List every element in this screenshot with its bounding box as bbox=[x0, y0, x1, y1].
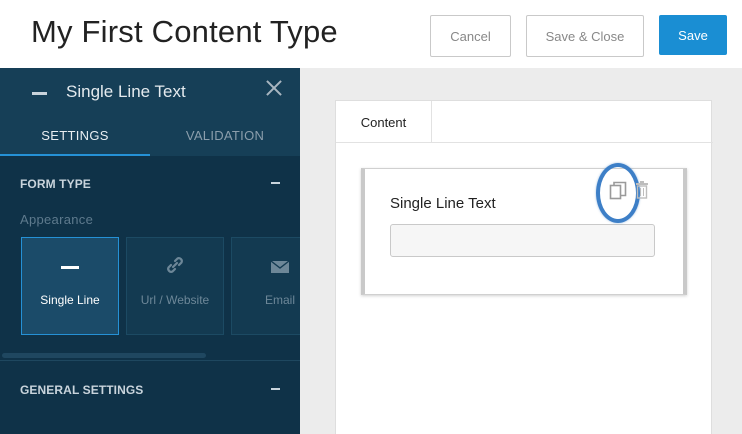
page-header: My First Content Type Cancel Save & Clos… bbox=[0, 0, 742, 68]
form-type-option-label: Single Line bbox=[40, 293, 100, 307]
editor-canvas: Content Single Line Text bbox=[300, 68, 742, 434]
save-button[interactable]: Save bbox=[659, 15, 727, 55]
form-type-option-email[interactable]: Email bbox=[231, 237, 300, 335]
tab-settings[interactable]: SETTINGS bbox=[0, 128, 150, 156]
tab-content[interactable]: Content bbox=[336, 101, 432, 143]
section-divider bbox=[0, 360, 300, 361]
link-icon bbox=[167, 257, 183, 273]
trash-icon[interactable] bbox=[635, 181, 649, 199]
save-and-close-button[interactable]: Save & Close bbox=[526, 15, 644, 57]
form-type-collapse-icon[interactable] bbox=[271, 182, 280, 184]
cancel-button[interactable]: Cancel bbox=[430, 15, 511, 57]
panel-tabs: Content bbox=[336, 101, 713, 143]
page-title: My First Content Type bbox=[31, 14, 338, 49]
form-type-option-label: Email bbox=[264, 293, 295, 307]
close-icon[interactable] bbox=[264, 78, 284, 98]
single-line-text-input[interactable] bbox=[390, 224, 655, 257]
form-type-option-url[interactable]: Url / Website bbox=[126, 237, 224, 335]
appearance-label: Appearance bbox=[20, 212, 94, 227]
options-scrollbar[interactable] bbox=[2, 353, 206, 358]
form-type-option-single-line[interactable]: Single Line bbox=[21, 237, 119, 335]
form-type-heading[interactable]: FORM TYPE bbox=[20, 177, 91, 191]
envelope-icon bbox=[270, 260, 290, 273]
collapse-icon[interactable] bbox=[32, 92, 47, 95]
field-settings-sidebar: Single Line Text SETTINGS VALIDATION FOR… bbox=[0, 68, 300, 434]
sidebar-header: Single Line Text SETTINGS VALIDATION bbox=[0, 68, 300, 156]
general-settings-collapse-icon[interactable] bbox=[271, 388, 280, 390]
content-panel: Content Single Line Text bbox=[335, 100, 713, 434]
general-settings-heading[interactable]: GENERAL SETTINGS bbox=[20, 383, 143, 397]
field-card[interactable]: Single Line Text bbox=[361, 163, 687, 295]
form-type-option-label: Url / Website bbox=[140, 293, 210, 307]
dash-icon bbox=[61, 266, 79, 269]
field-label: Single Line Text bbox=[390, 195, 496, 212]
tab-validation[interactable]: VALIDATION bbox=[150, 128, 300, 156]
copy-icon[interactable] bbox=[609, 181, 627, 201]
sidebar-field-title: Single Line Text bbox=[66, 82, 186, 101]
